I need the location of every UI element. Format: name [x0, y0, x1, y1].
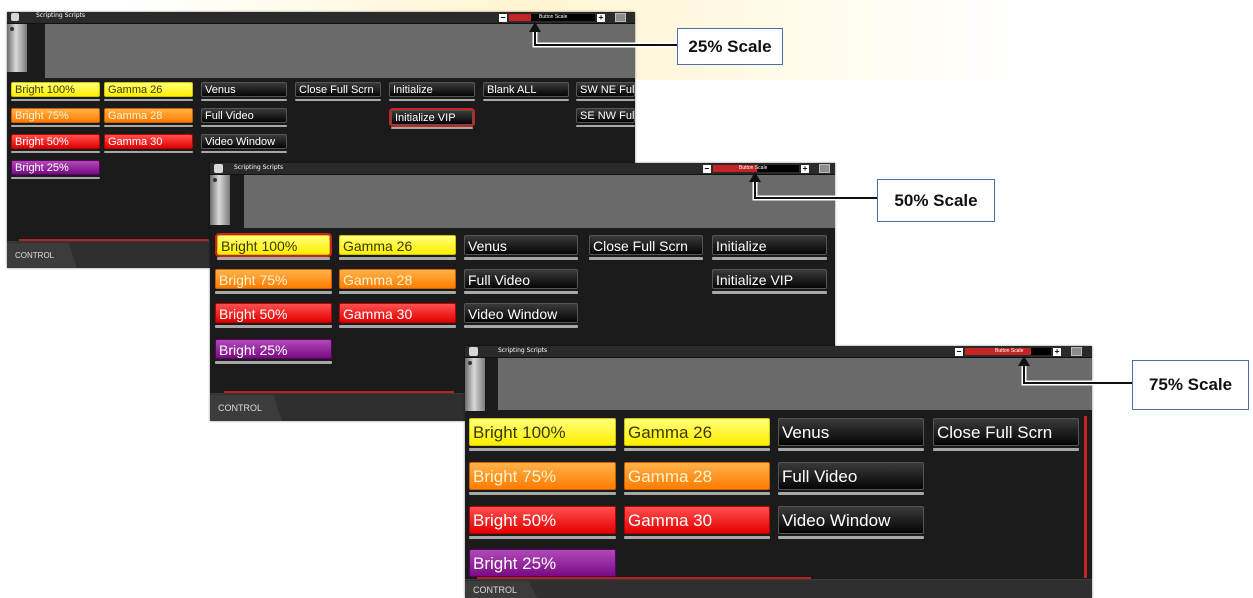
window-close-button[interactable] [615, 13, 626, 22]
bright-100-button[interactable]: Bright 100% [469, 418, 616, 451]
volume-knob[interactable] [7, 24, 27, 72]
scale-minus-button[interactable]: − [955, 347, 963, 356]
gamma-28-button[interactable]: Gamma 28 [624, 462, 770, 495]
tab-control[interactable]: CONTROL [7, 243, 77, 268]
initialize-vip-button[interactable]: Initialize VIP [712, 269, 827, 294]
gamma-26-button[interactable]: Gamma 26 [624, 418, 770, 451]
window-close-button[interactable] [819, 164, 830, 173]
volume-knob[interactable] [465, 358, 485, 411]
bright-100-button[interactable]: Bright 100% [11, 82, 100, 101]
callout-50-scale: 50% Scale [877, 179, 995, 222]
venus-button[interactable]: Venus [201, 82, 287, 101]
app-icon [469, 347, 478, 356]
bright-25-button[interactable]: Bright 25% [215, 339, 332, 364]
scale-label: Button Scale [739, 165, 768, 171]
window-close-button[interactable] [1071, 347, 1082, 356]
gamma-30-button[interactable]: Gamma 30 [339, 303, 456, 328]
venus-button[interactable]: Venus [778, 418, 924, 451]
initialize-button[interactable]: Initialize [712, 235, 827, 260]
bright-50-button[interactable]: Bright 50% [469, 506, 616, 539]
bright-50-button[interactable]: Bright 50% [215, 303, 332, 328]
button-scale-control[interactable]: − Button Scale + [703, 164, 830, 173]
scale-plus-button[interactable]: + [801, 164, 809, 173]
tab-indicator [19, 239, 209, 241]
close-full-scrn-button[interactable]: Close Full Scrn [933, 418, 1079, 451]
full-video-button[interactable]: Full Video [201, 108, 287, 127]
button-scale-control[interactable]: − Button Scale + [955, 347, 1082, 356]
app-icon [214, 164, 223, 173]
bright-75-button[interactable]: Bright 75% [469, 462, 616, 495]
title-bar: Scripting Scripts − Button Scale + [210, 163, 835, 175]
scale-fill [509, 14, 531, 21]
app-icon [11, 13, 19, 21]
scale-slider[interactable]: Button Scale [713, 165, 799, 172]
preview-area [45, 24, 635, 78]
title-bar: Scripting Scripts − Button Scale + [465, 346, 1092, 358]
window-75-scale: Scripting Scripts − Button Scale + Brigh… [465, 346, 1092, 598]
sw-ne-full-button[interactable]: SW NE Full V [576, 82, 635, 101]
window-title: Scripting Scripts [36, 12, 86, 19]
scale-plus-button[interactable]: + [597, 13, 605, 22]
tab-strip: CONTROL [465, 577, 1092, 598]
scale-slider[interactable]: Button Scale [965, 348, 1051, 355]
bright-100-button[interactable]: Bright 100% [215, 233, 332, 262]
video-window-button[interactable]: Video Window [464, 303, 578, 328]
callout-25-scale: 25% Scale [677, 28, 783, 65]
window-title: Scripting Scripts [498, 347, 548, 354]
gamma-30-button[interactable]: Gamma 30 [104, 134, 193, 153]
scale-minus-button[interactable]: − [499, 13, 507, 22]
scale-slider[interactable]: Button Scale [509, 14, 595, 21]
tab-indicator [477, 577, 811, 579]
scale-minus-button[interactable]: − [703, 164, 711, 173]
close-full-scrn-button[interactable]: Close Full Scrn [589, 235, 703, 260]
full-video-button[interactable]: Full Video [778, 462, 924, 495]
callout-75-scale: 75% Scale [1132, 360, 1249, 410]
gamma-26-button[interactable]: Gamma 26 [339, 235, 456, 260]
preview-area [244, 175, 835, 228]
initialize-vip-button[interactable]: Initialize VIP [389, 108, 475, 131]
tab-indicator [224, 391, 454, 393]
gamma-26-button[interactable]: Gamma 26 [104, 82, 193, 101]
title-bar: Scripting Scripts − Button Scale + [7, 12, 635, 24]
preview-area [498, 358, 1092, 410]
bright-75-button[interactable]: Bright 75% [11, 108, 100, 127]
venus-button[interactable]: Venus [464, 235, 578, 260]
button-scale-control[interactable]: − Button Scale + [499, 13, 626, 22]
video-window-button[interactable]: Video Window [201, 134, 287, 153]
scale-plus-button[interactable]: + [1053, 347, 1061, 356]
vertical-scrollbar[interactable] [1084, 416, 1087, 578]
bright-25-button[interactable]: Bright 25% [11, 160, 100, 179]
full-video-button[interactable]: Full Video [464, 269, 578, 294]
initialize-button[interactable]: Initialize [389, 82, 475, 101]
close-full-scrn-button[interactable]: Close Full Scrn [295, 82, 381, 101]
tab-control[interactable]: CONTROL [465, 581, 537, 598]
window-title: Scripting Scripts [234, 164, 284, 171]
video-window-button[interactable]: Video Window [778, 506, 924, 539]
scale-label: Button Scale [995, 348, 1024, 354]
bright-50-button[interactable]: Bright 50% [11, 134, 100, 153]
volume-knob[interactable] [210, 175, 230, 225]
gamma-28-button[interactable]: Gamma 28 [104, 108, 193, 127]
se-nw-full-button[interactable]: SE NW Full V [576, 108, 635, 127]
tab-control[interactable]: CONTROL [210, 395, 282, 421]
blank-all-button[interactable]: Blank ALL [483, 82, 569, 101]
gamma-30-button[interactable]: Gamma 30 [624, 506, 770, 539]
bright-75-button[interactable]: Bright 75% [215, 269, 332, 294]
scale-label: Button Scale [539, 14, 568, 20]
gamma-28-button[interactable]: Gamma 28 [339, 269, 456, 294]
